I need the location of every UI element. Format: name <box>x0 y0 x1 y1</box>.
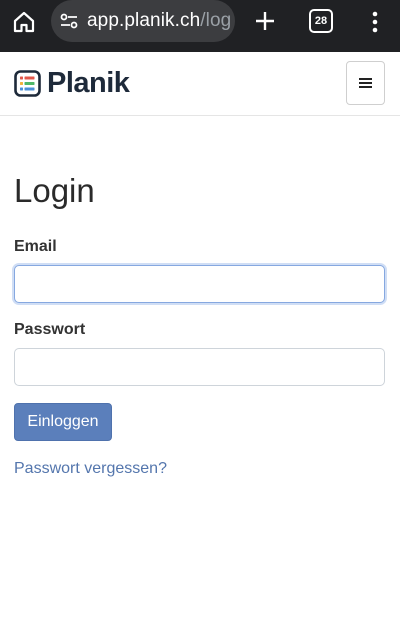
hamburger-icon <box>359 78 372 88</box>
brand-name: Planik <box>47 66 130 99</box>
tab-count: 28 <box>314 15 328 27</box>
url-domain: app.planik.ch <box>87 10 201 31</box>
address-bar[interactable]: app.planik.ch/log <box>51 0 235 42</box>
page-title: Login <box>14 172 95 209</box>
more-vert-icon[interactable] <box>366 8 384 36</box>
menu-toggle-button[interactable] <box>346 61 385 105</box>
browser-toolbar: app.planik.ch/log 28 <box>0 0 400 52</box>
tab-switcher-button[interactable]: 28 <box>309 9 333 33</box>
home-icon[interactable] <box>10 8 38 36</box>
brand-link[interactable]: Planik <box>14 66 130 100</box>
password-field[interactable] <box>14 348 385 386</box>
url-path: /log <box>200 10 232 31</box>
address-url: app.planik.ch/log <box>87 10 231 32</box>
password-label: Passwort <box>14 321 86 338</box>
site-settings-icon[interactable] <box>59 11 79 31</box>
login-button[interactable]: Einloggen <box>14 403 112 441</box>
forgot-password-link[interactable]: Passwort vergessen? <box>14 460 167 478</box>
email-label: Email <box>14 238 57 255</box>
email-field[interactable] <box>14 265 385 303</box>
planik-logo-icon <box>14 69 41 97</box>
navbar: Planik <box>0 52 400 116</box>
new-tab-icon[interactable] <box>251 7 279 35</box>
